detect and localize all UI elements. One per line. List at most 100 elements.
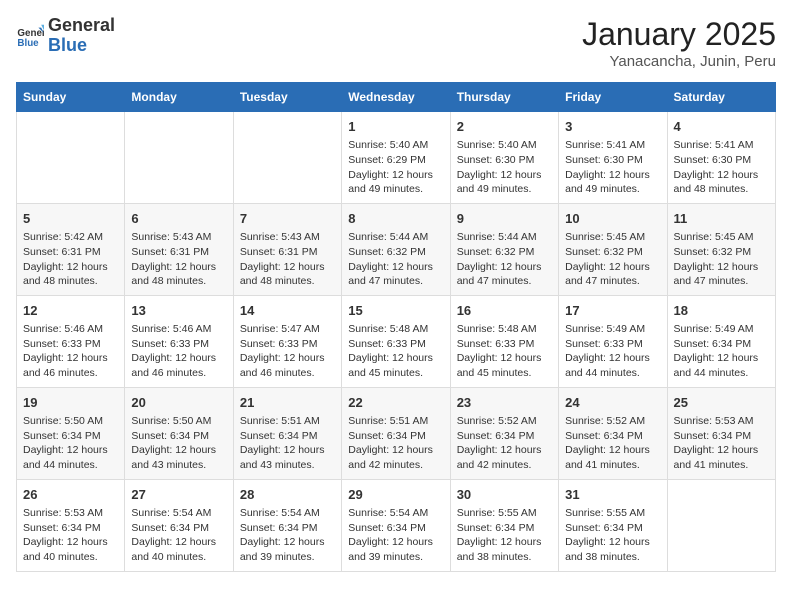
day-cell-17: 17 Sunrise: 5:49 AMSunset: 6:33 PMDayligh…	[559, 295, 667, 387]
calendar-header-row: SundayMondayTuesdayWednesdayThursdayFrid…	[17, 83, 776, 112]
day-info: Sunrise: 5:46 AMSunset: 6:33 PMDaylight:…	[23, 322, 118, 381]
page-header: General Blue General Blue January 2025 Y…	[16, 16, 776, 70]
day-cell-19: 19Sunrise: 5:50 AMSunset: 6:34 PMDayligh…	[17, 387, 125, 479]
day-cell-8: 8 Sunrise: 5:44 AMSunset: 6:32 PMDaylight…	[342, 203, 450, 295]
day-info: Sunrise: 5:44 AMSunset: 6:32 PMDaylight:…	[348, 230, 443, 289]
svg-text:Blue: Blue	[17, 38, 39, 49]
day-number: 13	[131, 302, 226, 320]
day-cell-11: 11Sunrise: 5:45 AMSunset: 6:32 PMDayligh…	[667, 203, 775, 295]
week-row-1: 1 Sunrise: 5:40 AMSunset: 6:29 PMDaylight…	[17, 112, 776, 204]
day-number: 11	[674, 210, 769, 228]
day-cell-4: 4Sunrise: 5:41 AMSunset: 6:30 PMDaylight…	[667, 112, 775, 204]
day-cell-31: 31 Sunrise: 5:55 AMSunset: 6:34 PMDayligh…	[559, 479, 667, 571]
day-number: 4	[674, 118, 769, 136]
header-wednesday: Wednesday	[342, 83, 450, 112]
calendar-title: January 2025	[582, 16, 776, 53]
day-cell-7: 7 Sunrise: 5:43 AMSunset: 6:31 PMDaylight…	[233, 203, 341, 295]
empty-cell	[667, 479, 775, 571]
header-monday: Monday	[125, 83, 233, 112]
day-info: Sunrise: 5:44 AMSunset: 6:32 PMDaylight:…	[457, 230, 552, 289]
day-number: 25	[674, 394, 769, 412]
day-number: 19	[23, 394, 118, 412]
logo-icon: General Blue	[16, 22, 44, 50]
day-info: Sunrise: 5:52 AMSunset: 6:34 PMDaylight:…	[457, 414, 552, 473]
day-info: Sunrise: 5:40 AMSunset: 6:30 PMDaylight:…	[457, 138, 552, 197]
day-info: Sunrise: 5:49 AMSunset: 6:34 PMDaylight:…	[674, 322, 769, 381]
header-saturday: Saturday	[667, 83, 775, 112]
day-cell-28: 28 Sunrise: 5:54 AMSunset: 6:34 PMDayligh…	[233, 479, 341, 571]
day-cell-13: 13 Sunrise: 5:46 AMSunset: 6:33 PMDayligh…	[125, 295, 233, 387]
logo-blue-text: Blue	[48, 36, 115, 56]
day-number: 24	[565, 394, 660, 412]
day-number: 1	[348, 118, 443, 136]
logo: General Blue General Blue	[16, 16, 115, 56]
day-cell-12: 12 Sunrise: 5:46 AMSunset: 6:33 PMDayligh…	[17, 295, 125, 387]
day-number: 28	[240, 486, 335, 504]
day-info: Sunrise: 5:43 AMSunset: 6:31 PMDaylight:…	[131, 230, 226, 289]
day-cell-22: 22 Sunrise: 5:51 AMSunset: 6:34 PMDayligh…	[342, 387, 450, 479]
logo-general-text: General	[48, 16, 115, 36]
day-info: Sunrise: 5:48 AMSunset: 6:33 PMDaylight:…	[457, 322, 552, 381]
day-number: 17	[565, 302, 660, 320]
day-number: 6	[131, 210, 226, 228]
day-info: Sunrise: 5:48 AMSunset: 6:33 PMDaylight:…	[348, 322, 443, 381]
day-number: 31	[565, 486, 660, 504]
empty-cell	[233, 112, 341, 204]
day-cell-29: 29 Sunrise: 5:54 AMSunset: 6:34 PMDayligh…	[342, 479, 450, 571]
day-cell-5: 5Sunrise: 5:42 AMSunset: 6:31 PMDaylight…	[17, 203, 125, 295]
header-friday: Friday	[559, 83, 667, 112]
calendar-table: SundayMondayTuesdayWednesdayThursdayFrid…	[16, 82, 776, 572]
day-cell-26: 26 Sunrise: 5:53 AMSunset: 6:34 PMDayligh…	[17, 479, 125, 571]
day-info: Sunrise: 5:49 AMSunset: 6:33 PMDaylight:…	[565, 322, 660, 381]
day-number: 2	[457, 118, 552, 136]
day-cell-25: 25 Sunrise: 5:53 AMSunset: 6:34 PMDayligh…	[667, 387, 775, 479]
day-info: Sunrise: 5:50 AMSunset: 6:34 PMDaylight:…	[131, 414, 226, 473]
day-cell-21: 21 Sunrise: 5:51 AMSunset: 6:34 PMDayligh…	[233, 387, 341, 479]
day-number: 27	[131, 486, 226, 504]
day-number: 29	[348, 486, 443, 504]
day-number: 8	[348, 210, 443, 228]
day-cell-30: 30Sunrise: 5:55 AMSunset: 6:34 PMDayligh…	[450, 479, 558, 571]
day-number: 18	[674, 302, 769, 320]
day-cell-1: 1 Sunrise: 5:40 AMSunset: 6:29 PMDaylight…	[342, 112, 450, 204]
day-cell-27: 27 Sunrise: 5:54 AMSunset: 6:34 PMDayligh…	[125, 479, 233, 571]
day-number: 15	[348, 302, 443, 320]
day-cell-24: 24Sunrise: 5:52 AMSunset: 6:34 PMDayligh…	[559, 387, 667, 479]
day-number: 14	[240, 302, 335, 320]
day-cell-23: 23 Sunrise: 5:52 AMSunset: 6:34 PMDayligh…	[450, 387, 558, 479]
day-number: 22	[348, 394, 443, 412]
day-cell-3: 3Sunrise: 5:41 AMSunset: 6:30 PMDaylight…	[559, 112, 667, 204]
day-number: 26	[23, 486, 118, 504]
header-sunday: Sunday	[17, 83, 125, 112]
empty-cell	[125, 112, 233, 204]
day-info: Sunrise: 5:51 AMSunset: 6:34 PMDaylight:…	[348, 414, 443, 473]
day-cell-18: 18 Sunrise: 5:49 AMSunset: 6:34 PMDayligh…	[667, 295, 775, 387]
day-info: Sunrise: 5:46 AMSunset: 6:33 PMDaylight:…	[131, 322, 226, 381]
day-number: 9	[457, 210, 552, 228]
day-info: Sunrise: 5:41 AMSunset: 6:30 PMDaylight:…	[565, 138, 660, 197]
day-info: Sunrise: 5:53 AMSunset: 6:34 PMDaylight:…	[23, 506, 118, 565]
day-number: 7	[240, 210, 335, 228]
day-number: 12	[23, 302, 118, 320]
day-number: 23	[457, 394, 552, 412]
calendar-subtitle: Yanacancha, Junin, Peru	[582, 53, 776, 70]
day-number: 10	[565, 210, 660, 228]
title-block: January 2025 Yanacancha, Junin, Peru	[582, 16, 776, 70]
day-cell-10: 10Sunrise: 5:45 AMSunset: 6:32 PMDayligh…	[559, 203, 667, 295]
week-row-4: 19 Sunrise: 5:50 AMSunset: 6:34 PMDayligh…	[17, 387, 776, 479]
day-info: Sunrise: 5:54 AMSunset: 6:34 PMDaylight:…	[348, 506, 443, 565]
day-info: Sunrise: 5:53 AMSunset: 6:34 PMDaylight:…	[674, 414, 769, 473]
day-info: Sunrise: 5:51 AMSunset: 6:34 PMDaylight:…	[240, 414, 335, 473]
week-row-3: 12 Sunrise: 5:46 AMSunset: 6:33 PMDayligh…	[17, 295, 776, 387]
day-info: Sunrise: 5:55 AMSunset: 6:34 PMDaylight:…	[565, 506, 660, 565]
week-row-5: 26 Sunrise: 5:53 AMSunset: 6:34 PMDayligh…	[17, 479, 776, 571]
day-info: Sunrise: 5:54 AMSunset: 6:34 PMDaylight:…	[240, 506, 335, 565]
day-cell-2: 2 Sunrise: 5:40 AMSunset: 6:30 PMDaylight…	[450, 112, 558, 204]
day-cell-14: 14Sunrise: 5:47 AMSunset: 6:33 PMDayligh…	[233, 295, 341, 387]
header-thursday: Thursday	[450, 83, 558, 112]
day-info: Sunrise: 5:40 AMSunset: 6:29 PMDaylight:…	[348, 138, 443, 197]
day-number: 21	[240, 394, 335, 412]
day-info: Sunrise: 5:43 AMSunset: 6:31 PMDaylight:…	[240, 230, 335, 289]
day-info: Sunrise: 5:54 AMSunset: 6:34 PMDaylight:…	[131, 506, 226, 565]
day-info: Sunrise: 5:55 AMSunset: 6:34 PMDaylight:…	[457, 506, 552, 565]
